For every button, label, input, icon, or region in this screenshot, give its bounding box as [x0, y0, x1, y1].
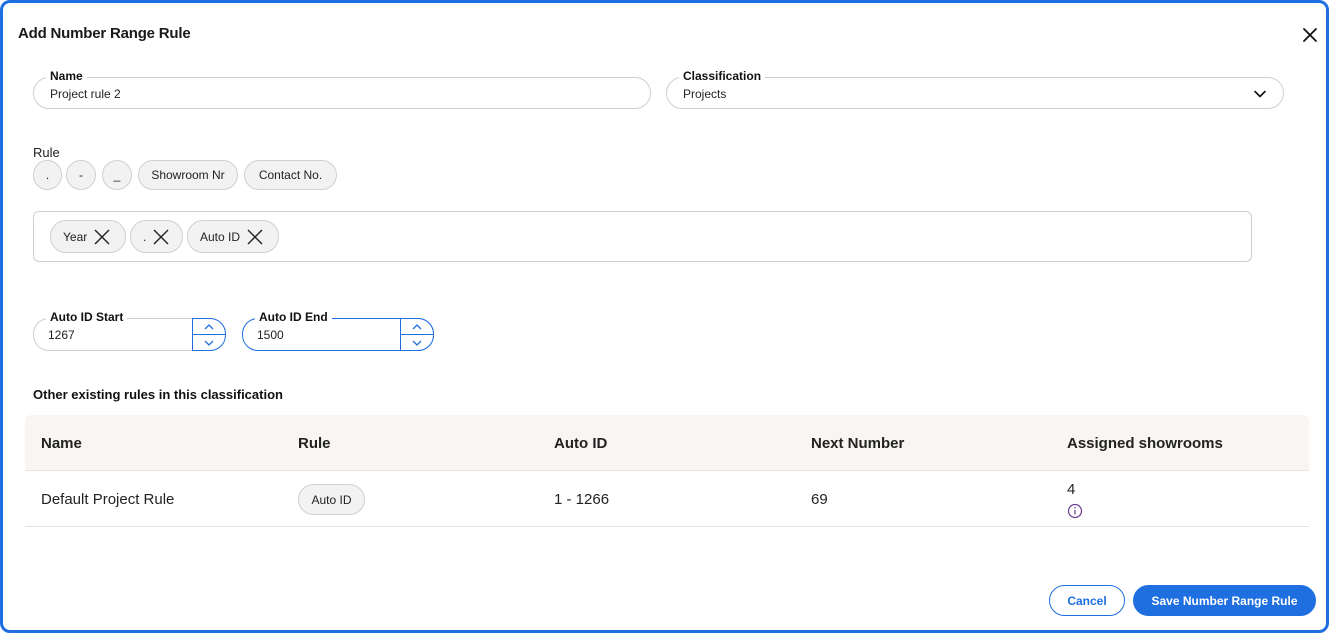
chevron-up-icon [204, 323, 214, 329]
decrement-button[interactable] [193, 335, 225, 351]
chevron-down-icon [1254, 90, 1266, 98]
table-row: Default Project Rule Auto ID 1 - 1266 69… [25, 471, 1309, 527]
remove-icon[interactable] [152, 228, 170, 246]
chevron-up-icon [412, 323, 422, 329]
name-field-value: Project rule 2 [50, 87, 121, 101]
column-header-name: Name [41, 435, 82, 452]
rule-tag-auto-id-label: Auto ID [200, 229, 241, 244]
rule-tag-year-label: Year [63, 229, 88, 244]
save-number-range-rule-button[interactable]: Save Number Range Rule [1133, 585, 1316, 616]
remove-icon[interactable] [93, 228, 111, 246]
info-icon[interactable] [1067, 503, 1083, 519]
chevron-down-icon [204, 340, 214, 346]
auto-id-end-input[interactable]: Auto ID End 1500 [242, 310, 434, 351]
increment-button[interactable] [193, 319, 225, 335]
rule-chip-dash[interactable]: - [66, 160, 96, 190]
auto-id-start-label: Auto ID Start [46, 310, 128, 324]
column-header-next-number: Next Number [811, 435, 905, 452]
auto-id-start-stepper [192, 318, 226, 351]
auto-id-end-label: Auto ID End [255, 310, 332, 324]
row-name: Default Project Rule [41, 491, 175, 508]
rule-label: Rule [33, 145, 60, 160]
classification-value: Projects [683, 87, 727, 101]
auto-id-start-value: 1267 [48, 328, 75, 342]
auto-id-start-input[interactable]: Auto ID Start 1267 [33, 310, 226, 351]
row-assigned-showrooms: 4 [1067, 481, 1076, 498]
rule-composition-box[interactable]: Year . Auto ID [33, 211, 1252, 262]
cancel-button[interactable]: Cancel [1049, 585, 1125, 616]
rule-chip-contact-no[interactable]: Contact No. [244, 160, 337, 190]
name-field-label: Name [46, 69, 87, 83]
row-rule-chip: Auto ID [298, 484, 365, 515]
decrement-button[interactable] [401, 335, 433, 351]
rule-tag-dot: . [130, 220, 183, 253]
auto-id-end-stepper [400, 318, 434, 351]
column-header-rule: Rule [298, 435, 331, 452]
classification-select[interactable]: Classification Projects [666, 69, 1284, 109]
close-icon[interactable] [1299, 24, 1321, 46]
remove-icon[interactable] [246, 228, 264, 246]
dialog-title: Add Number Range Rule [18, 25, 191, 42]
increment-button[interactable] [401, 319, 433, 335]
rule-chip-dot[interactable]: . [33, 160, 62, 190]
classification-label: Classification [679, 69, 766, 83]
rule-tag-year: Year [50, 220, 126, 253]
rule-tag-auto-id: Auto ID [187, 220, 279, 253]
name-field[interactable]: Name Project rule 2 [33, 69, 651, 109]
column-header-auto-id: Auto ID [554, 435, 608, 452]
table-header: Name Rule Auto ID Next Number Assigned s… [25, 415, 1309, 471]
chevron-down-icon [412, 340, 422, 346]
row-auto-id: 1 - 1266 [554, 491, 610, 508]
rule-chip-showroom-nr[interactable]: Showroom Nr [138, 160, 238, 190]
column-header-assigned-showrooms: Assigned showrooms [1067, 435, 1223, 452]
add-number-range-rule-dialog: Add Number Range Rule Name Project rule … [0, 0, 1329, 633]
existing-rules-title: Other existing rules in this classificat… [33, 387, 283, 402]
row-next-number: 69 [811, 491, 828, 508]
rule-tag-dot-label: . [143, 229, 147, 244]
rule-chip-underscore[interactable]: _ [102, 160, 132, 190]
auto-id-end-value: 1500 [257, 328, 284, 342]
